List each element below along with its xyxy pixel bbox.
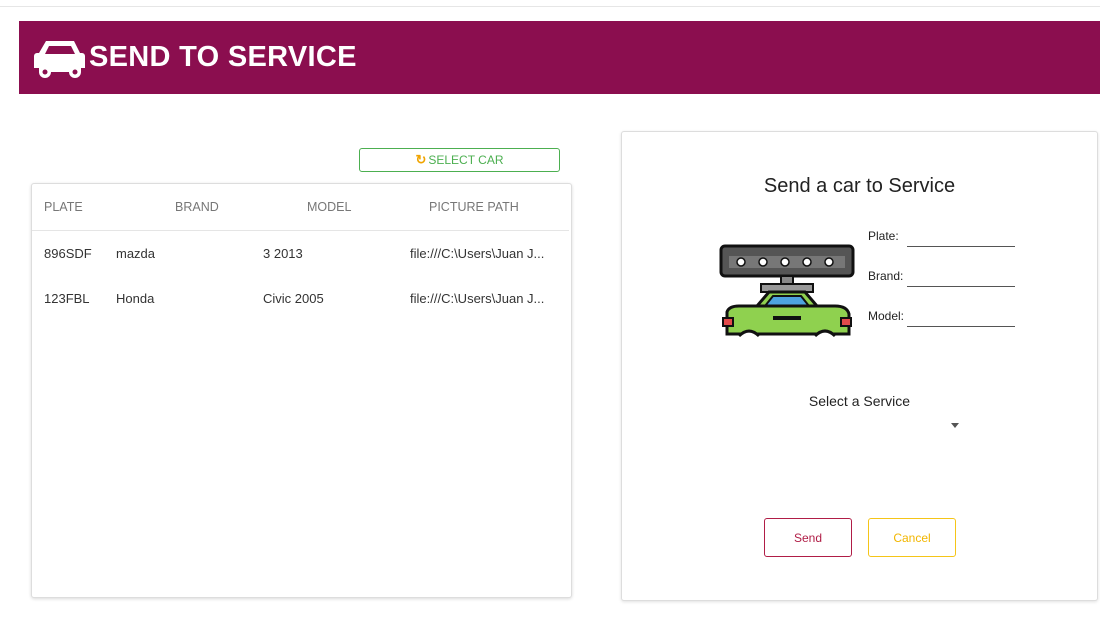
select-car-label: SELECT CAR (428, 153, 504, 167)
table-row[interactable]: 123FBL Honda Civic 2005 file:///C:\Users… (32, 276, 569, 321)
column-header-plate[interactable]: PLATE (32, 184, 115, 231)
car-icon (34, 40, 85, 78)
chevron-down-icon (951, 423, 959, 428)
column-header-brand[interactable]: BRAND (115, 184, 262, 231)
cancel-button[interactable]: Cancel (868, 518, 956, 557)
plate-field[interactable]: Plate: (868, 227, 1015, 247)
form-title: Send a car to Service (763, 175, 956, 197)
model-field[interactable]: Model: (868, 307, 1015, 327)
page-title: SEND TO SERVICE (89, 41, 357, 73)
car-lift-icon (719, 244, 855, 338)
service-select[interactable] (810, 413, 966, 435)
table-row[interactable]: 896SDF mazda 3 2013 file:///C:\Users\Jua… (32, 231, 569, 277)
brand-label: Brand: (868, 269, 904, 283)
column-header-picture-path[interactable]: PICTURE PATH (409, 184, 569, 231)
service-label: Select a Service (808, 393, 911, 409)
cell-brand: Honda (116, 291, 155, 306)
service-form-card: Send a car to Service Plate: Brand: Mode… (621, 131, 1098, 601)
model-underline (907, 326, 1015, 327)
refresh-icon: ↻ (415, 152, 427, 167)
cell-picture-path: file:///C:\Users\Juan J... (410, 291, 545, 306)
cell-model: Civic 2005 (263, 291, 324, 306)
brand-underline (907, 286, 1015, 287)
top-divider (0, 6, 1100, 7)
page-header: SEND TO SERVICE (19, 21, 1100, 94)
select-car-button[interactable]: ↻ SELECT CAR (359, 148, 560, 172)
plate-underline (907, 246, 1015, 247)
cell-brand: mazda (116, 246, 156, 261)
table-header-row: PLATE BRAND MODEL PICTURE PATH (32, 184, 569, 231)
cell-model: 3 2013 (263, 246, 303, 261)
cell-picture-path: file:///C:\Users\Juan J... (410, 246, 545, 261)
plate-label: Plate: (868, 229, 899, 243)
model-label: Model: (868, 309, 905, 323)
brand-field[interactable]: Brand: (868, 267, 1015, 287)
cell-plate: 896SDF (44, 246, 92, 261)
column-header-model[interactable]: MODEL (262, 184, 409, 231)
cars-table: PLATE BRAND MODEL PICTURE PATH 896SDF ma… (32, 184, 569, 321)
send-button[interactable]: Send (764, 518, 852, 557)
cars-table-card: PLATE BRAND MODEL PICTURE PATH 896SDF ma… (31, 183, 572, 598)
cell-plate: 123FBL (44, 291, 90, 306)
